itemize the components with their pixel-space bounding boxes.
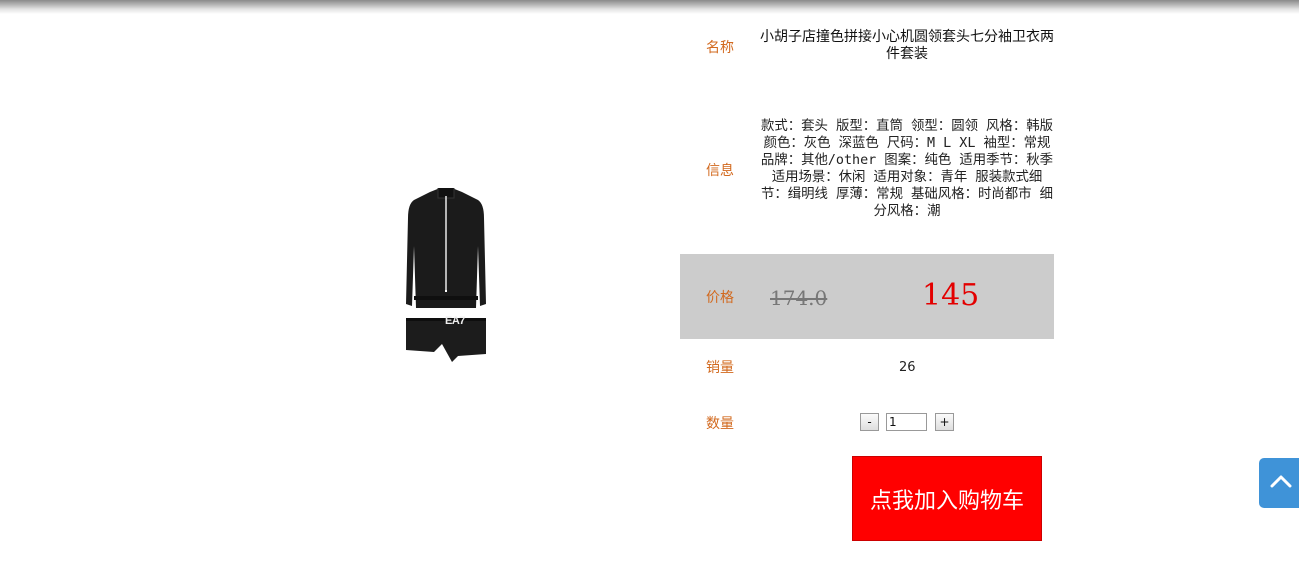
product-info: 款式：套头 版型：直筒 领型：圆领 风格：韩版 颜色：灰色 深蓝色 尺码：M L…	[760, 119, 1054, 219]
current-price: 145	[922, 278, 980, 313]
sales-count: 26	[899, 360, 916, 375]
header-shadow	[0, 0, 1299, 14]
quantity-increase-button[interactable]: +	[935, 413, 954, 431]
back-to-top-button[interactable]	[1259, 458, 1299, 508]
chevron-up-icon	[1269, 473, 1293, 493]
quantity-decrease-button[interactable]: -	[860, 413, 879, 431]
logo-text: EA7	[445, 315, 465, 327]
sales-label: 销量	[706, 360, 734, 376]
add-to-cart-button[interactable]: 点我加入购物车	[852, 456, 1042, 541]
price-label: 价格	[706, 290, 734, 306]
add-to-cart-label: 点我加入购物车	[869, 488, 1024, 514]
quantity-label: 数量	[706, 416, 734, 432]
info-label: 信息	[706, 163, 734, 179]
product-name: 小胡子店撞色拼接小心机圆领套头七分袖卫衣两件套装	[760, 29, 1054, 62]
quantity-input[interactable]	[886, 413, 927, 431]
original-price: 174.0	[770, 286, 828, 310]
product-image: EA7	[396, 184, 496, 366]
name-label: 名称	[706, 40, 734, 56]
